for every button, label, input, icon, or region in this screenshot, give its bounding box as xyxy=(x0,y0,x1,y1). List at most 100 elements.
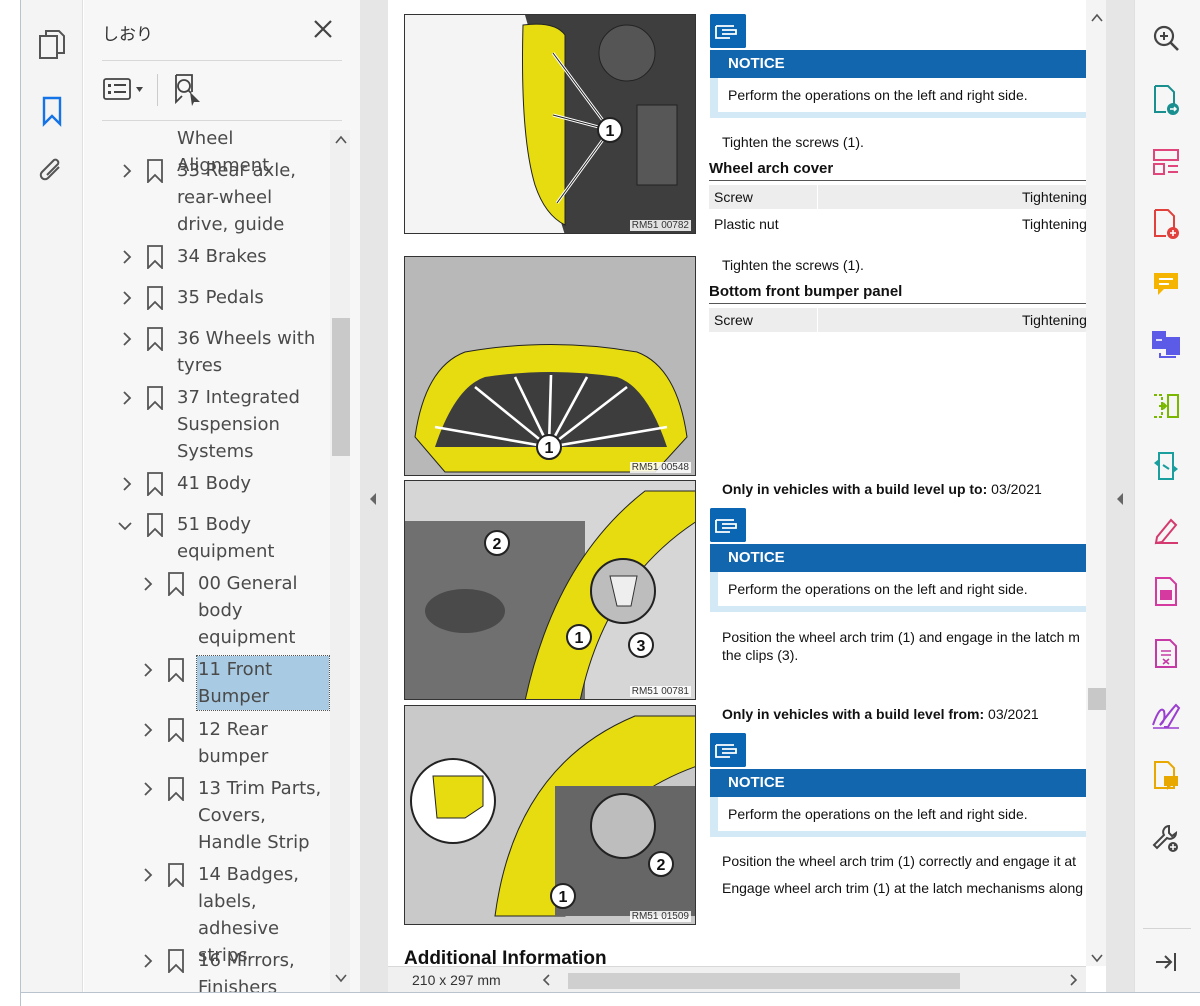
bookmark-options-button[interactable] xyxy=(102,74,148,106)
edit-pdf-icon[interactable] xyxy=(1148,574,1184,610)
list-item[interactable]: 00 General body equipment xyxy=(84,569,332,651)
list-item[interactable]: 41 Body xyxy=(84,469,332,499)
chevron-right-icon[interactable] xyxy=(141,663,155,677)
table-cell: Tightening xyxy=(1022,189,1086,205)
table-cell: Screw xyxy=(714,189,753,205)
bookmark-icon xyxy=(147,245,163,269)
right-tools-pane xyxy=(1134,0,1200,992)
table-cell: Screw xyxy=(714,312,753,328)
bookmark-icon xyxy=(147,513,163,537)
close-icon[interactable] xyxy=(310,16,336,42)
chevron-down-icon[interactable] xyxy=(118,519,132,533)
document-scrollbar[interactable] xyxy=(1086,0,1106,966)
table-cell: Plastic nut xyxy=(714,216,779,232)
chevron-right-icon[interactable] xyxy=(120,391,134,405)
instruction-bullet: Engage wheel arch trim (1) at the latch … xyxy=(722,879,1086,897)
right-panel-collapse-strip[interactable] xyxy=(1106,0,1134,992)
compress-icon[interactable] xyxy=(1148,388,1184,424)
divider xyxy=(817,308,818,332)
list-item-selected[interactable]: 11 Front Bumper xyxy=(84,655,332,711)
figure-code: RM51 01509 xyxy=(629,911,691,922)
condition-bullet: Only in vehicles with a build level up t… xyxy=(722,480,1086,498)
scrollbar-thumb[interactable] xyxy=(1088,688,1106,710)
instruction-bullet: Position the wheel arch trim (1) and eng… xyxy=(722,628,1086,646)
chevron-right-icon[interactable] xyxy=(120,477,134,491)
figure-image: 1 RM51 00548 xyxy=(404,256,696,476)
chevron-right-icon[interactable] xyxy=(120,332,134,346)
find-current-bookmark-icon[interactable] xyxy=(170,72,204,108)
divider xyxy=(1143,928,1191,929)
collapse-left-icon[interactable] xyxy=(368,492,378,506)
list-item[interactable]: 51 Body equipment xyxy=(84,510,332,566)
list-item[interactable]: 36 Wheels with tyres xyxy=(84,324,332,380)
scroll-left-icon[interactable] xyxy=(542,974,552,986)
bookmark-label: 12 Rear bumper xyxy=(198,719,269,767)
scroll-right-icon[interactable] xyxy=(1068,974,1078,986)
list-item[interactable]: 34 Brakes xyxy=(84,242,332,272)
figure-image: 1 2 RM51 01509 xyxy=(404,705,696,925)
scroll-up-icon[interactable] xyxy=(1090,12,1104,24)
bookmark-icon[interactable] xyxy=(35,94,69,128)
chevron-right-icon[interactable] xyxy=(141,577,155,591)
list-item[interactable]: 33 Rear axle, rear-wheel drive, guide xyxy=(84,156,332,238)
convert-icon[interactable] xyxy=(1148,448,1184,484)
list-item[interactable]: 37 Integrated Suspension Systems xyxy=(84,383,332,465)
list-item[interactable]: 12 Rear bumper xyxy=(84,715,332,771)
bookmark-icon xyxy=(168,949,184,973)
condition-value: 03/2021 xyxy=(987,481,1042,497)
chevron-right-icon[interactable] xyxy=(120,164,134,178)
chevron-right-icon[interactable] xyxy=(141,782,155,796)
notice-hand-icon xyxy=(710,733,746,767)
export-pdf-icon[interactable] xyxy=(1148,82,1184,118)
bookmark-label: 35 Pedals xyxy=(177,287,264,308)
notice-header: NOTICE xyxy=(710,50,1086,78)
scrollbar-thumb[interactable] xyxy=(332,318,350,456)
pages-icon[interactable] xyxy=(35,28,69,62)
bookmark-label: 51 Body equipment xyxy=(177,514,275,562)
instruction-bullet: Position the wheel arch trim (1) correct… xyxy=(722,852,1086,870)
chevron-right-icon[interactable] xyxy=(141,723,155,737)
window-border xyxy=(20,992,1200,993)
notice-header: NOTICE xyxy=(710,769,1086,797)
collapse-panel-icon[interactable] xyxy=(1148,944,1184,980)
horizontal-scrollbar-thumb[interactable] xyxy=(568,973,960,989)
bookmark-label: 36 Wheels with tyres xyxy=(177,328,316,376)
list-item[interactable]: 16 Mirrors, Finishers xyxy=(84,946,332,992)
scroll-down-icon[interactable] xyxy=(1090,952,1104,964)
scroll-up-icon[interactable] xyxy=(334,134,348,146)
bookmark-icon xyxy=(147,327,163,351)
send-comments-icon[interactable] xyxy=(1148,758,1184,794)
attachment-icon[interactable] xyxy=(35,154,69,188)
redact-icon[interactable] xyxy=(1148,636,1184,672)
chevron-right-icon[interactable] xyxy=(141,868,155,882)
notice-body: Perform the operations on the left and r… xyxy=(710,572,1086,612)
instruction-bullet: Tighten the screws (1). xyxy=(722,133,1086,151)
svg-text:2: 2 xyxy=(657,857,666,874)
create-pdf-icon[interactable] xyxy=(1148,206,1184,242)
more-tools-icon[interactable] xyxy=(1148,820,1184,856)
list-item[interactable]: 13 Trim Parts, Covers, Handle Strip xyxy=(84,774,332,856)
divider xyxy=(709,180,1086,181)
left-panel-collapse-strip[interactable] xyxy=(360,0,388,992)
svg-text:1: 1 xyxy=(545,440,554,457)
bookmarks-scrollbar[interactable] xyxy=(330,130,350,992)
chevron-right-icon[interactable] xyxy=(120,250,134,264)
bookmark-icon xyxy=(168,863,184,887)
instruction-bullet-continuation: the clips (3). xyxy=(722,646,1086,664)
comment-icon[interactable] xyxy=(1148,266,1184,302)
request-signature-icon[interactable] xyxy=(1148,698,1184,734)
collapse-right-icon[interactable] xyxy=(1115,492,1125,506)
scroll-down-icon[interactable] xyxy=(334,972,348,984)
list-item[interactable]: Wheel Alignment xyxy=(84,124,332,176)
status-bar: 210 x 297 mm xyxy=(388,966,1086,992)
list-item[interactable]: 35 Pedals xyxy=(84,283,332,313)
bookmark-icon xyxy=(168,718,184,742)
zoom-search-icon[interactable] xyxy=(1148,20,1184,56)
combine-files-icon[interactable] xyxy=(1148,326,1184,362)
list-item[interactable]: 14 Badges, labels, adhesive strips xyxy=(84,860,332,966)
organize-pages-icon[interactable] xyxy=(1148,144,1184,180)
chevron-right-icon[interactable] xyxy=(120,291,134,305)
chevron-right-icon[interactable] xyxy=(141,954,155,968)
fill-sign-icon[interactable] xyxy=(1148,512,1184,548)
svg-text:1: 1 xyxy=(575,630,584,647)
